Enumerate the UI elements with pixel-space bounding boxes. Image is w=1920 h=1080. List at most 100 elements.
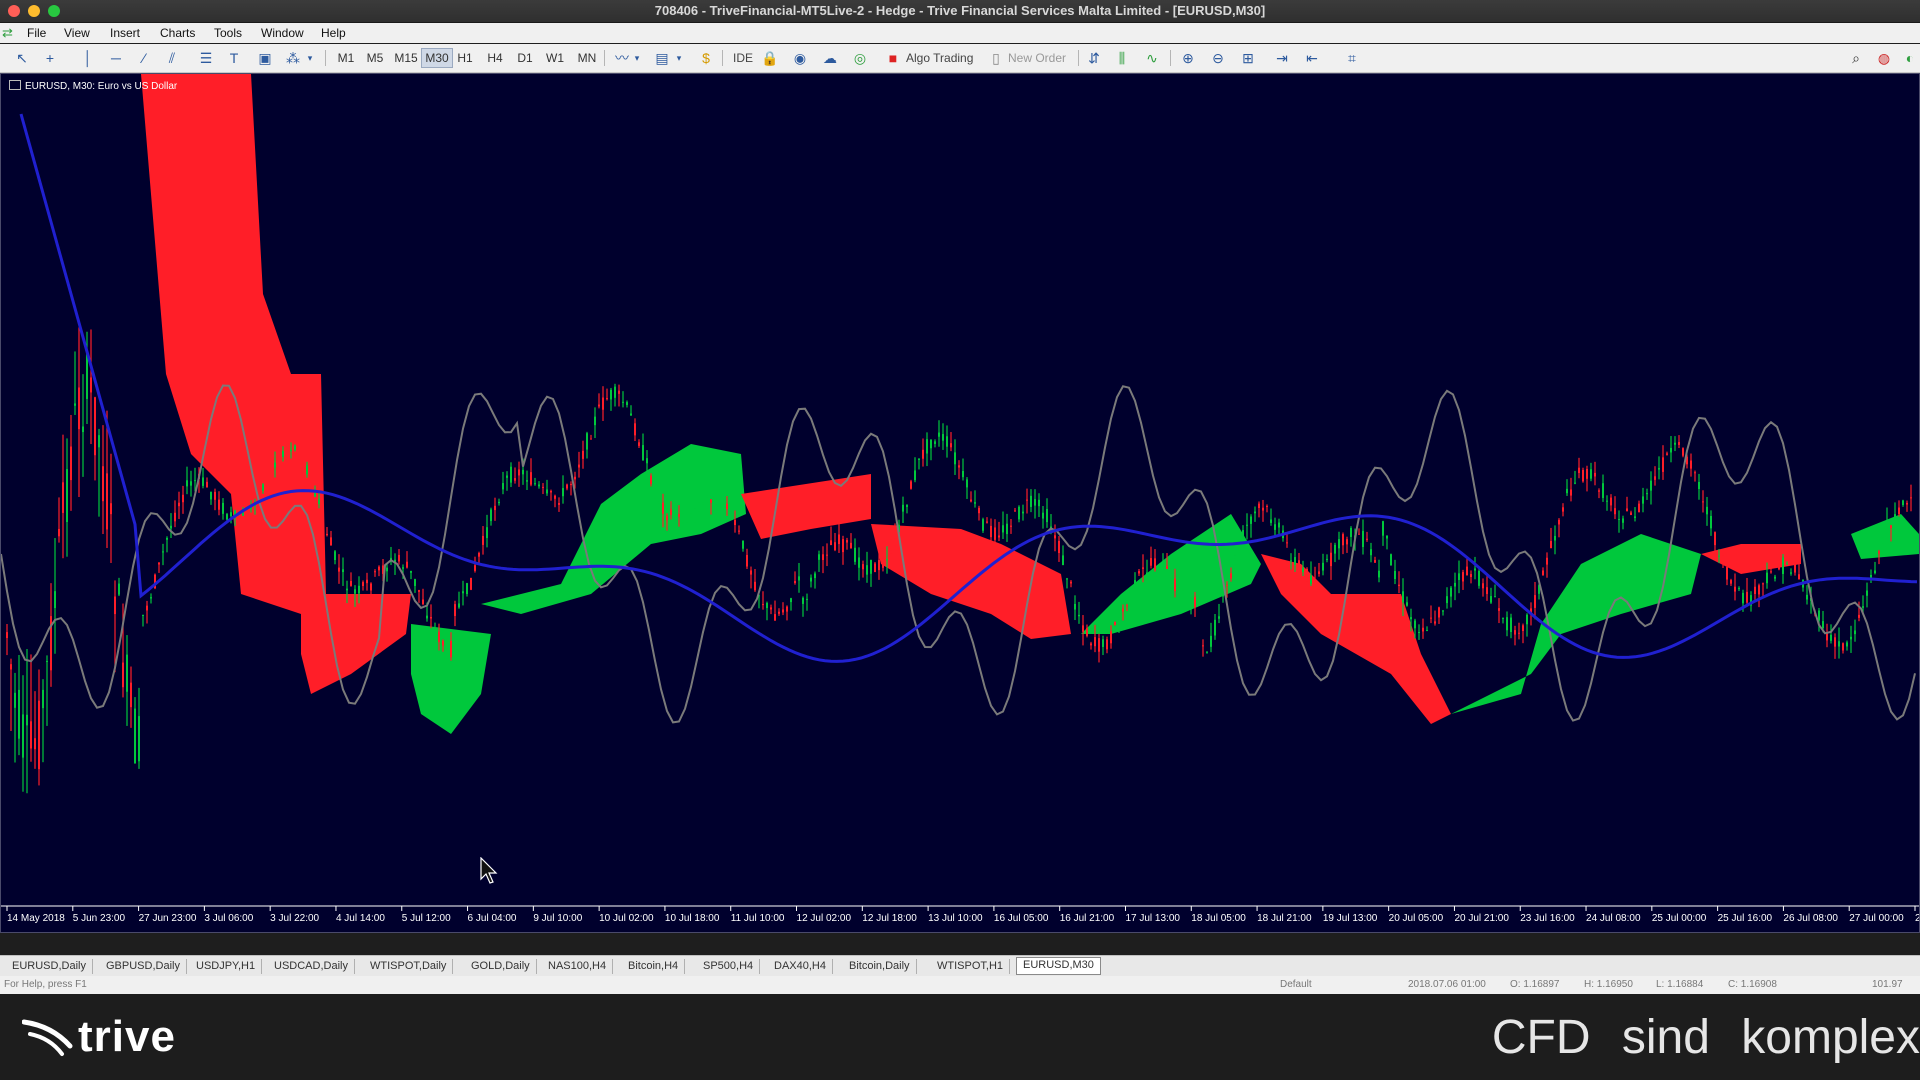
templates-icon[interactable]: ▤ bbox=[652, 49, 672, 67]
menu-view[interactable]: View bbox=[64, 26, 90, 40]
timeframe-h4[interactable]: H4 bbox=[482, 49, 508, 67]
screenshot-icon[interactable]: ⌗ bbox=[1342, 49, 1362, 67]
line-chart-icon[interactable]: ∿ bbox=[1142, 49, 1162, 67]
zoom-out-icon[interactable]: ⊖ bbox=[1208, 49, 1228, 67]
timeframe-m1[interactable]: M1 bbox=[333, 49, 359, 67]
text-tool-icon[interactable]: T bbox=[224, 49, 244, 67]
trendline-icon[interactable]: ⁄ bbox=[134, 49, 154, 67]
chart-tab[interactable]: Bitcoin,Daily bbox=[843, 959, 917, 974]
candle-body bbox=[1674, 442, 1676, 445]
timeframe-d1[interactable]: D1 bbox=[512, 49, 538, 67]
chart-tab[interactable]: NAS100,H4 bbox=[542, 959, 614, 974]
objects-icon[interactable]: ⁂ bbox=[283, 49, 303, 67]
time-axis-label: 24 Jul 08:00 bbox=[1586, 913, 1641, 924]
candle-body bbox=[1182, 590, 1184, 594]
candle-body bbox=[178, 502, 180, 507]
candle-body bbox=[986, 521, 988, 523]
candle-body bbox=[1278, 522, 1280, 528]
channel-icon[interactable]: ⫽ bbox=[162, 49, 182, 67]
candle-body bbox=[1746, 591, 1748, 603]
ide-button[interactable]: IDE bbox=[730, 49, 756, 67]
chart-tab[interactable]: USDJPY,H1 bbox=[190, 959, 263, 974]
algo-trading-icon[interactable]: ■ bbox=[883, 49, 903, 67]
candle-body bbox=[590, 438, 592, 440]
candle-body bbox=[894, 530, 896, 539]
signals-icon[interactable]: ◉ bbox=[790, 49, 810, 67]
chart-tab[interactable]: EURUSD,Daily bbox=[6, 959, 93, 974]
cloud-icon[interactable]: ☁ bbox=[820, 49, 840, 67]
objects-dropdown-icon[interactable]: ▾ bbox=[305, 49, 315, 67]
new-order-icon[interactable]: ▯ bbox=[986, 49, 1006, 67]
algo-trading-button[interactable]: Algo Trading bbox=[906, 49, 986, 67]
bar-chart-icon[interactable]: ⫼ bbox=[1112, 49, 1132, 67]
timeframe-mn[interactable]: MN bbox=[572, 49, 602, 67]
timeframe-m15[interactable]: M15 bbox=[391, 49, 421, 67]
crosshair-tool-icon[interactable]: + bbox=[40, 49, 60, 67]
candle-body bbox=[490, 509, 492, 522]
timeframe-m30[interactable]: M30 bbox=[421, 48, 453, 68]
timeframe-h1[interactable]: H1 bbox=[452, 49, 478, 67]
candle-body bbox=[402, 567, 404, 569]
chart-tab[interactable]: WTISPOT,H1 bbox=[931, 959, 1011, 974]
chart-tab[interactable]: Bitcoin,H4 bbox=[622, 959, 686, 974]
menu-insert[interactable]: Insert bbox=[110, 26, 140, 40]
candle-body bbox=[874, 563, 876, 572]
chart-tab[interactable]: EURUSD,M30 bbox=[1016, 957, 1101, 975]
notifications-icon[interactable]: ◍ bbox=[1874, 49, 1894, 67]
candle-body bbox=[878, 560, 880, 571]
candle-body bbox=[1886, 521, 1888, 527]
autoscroll-icon[interactable]: ⇥ bbox=[1272, 49, 1292, 67]
shapes-icon[interactable]: ▣ bbox=[255, 49, 275, 67]
menu-charts[interactable]: Charts bbox=[160, 26, 195, 40]
grid-icon[interactable]: ⊞ bbox=[1238, 49, 1258, 67]
chart-shift-icon[interactable]: ⇤ bbox=[1302, 49, 1322, 67]
candle-body bbox=[1722, 555, 1724, 565]
menu-help[interactable]: Help bbox=[321, 26, 346, 40]
chart-tab[interactable]: GOLD,Daily bbox=[465, 959, 537, 974]
depth-of-market-icon[interactable]: ⇵ bbox=[1084, 49, 1104, 67]
candle-body bbox=[998, 535, 1000, 538]
vertical-line-icon[interactable]: │ bbox=[78, 49, 98, 67]
candle-body bbox=[1742, 592, 1744, 604]
candle-body bbox=[1078, 614, 1080, 617]
chart-tab[interactable]: USDCAD,Daily bbox=[268, 959, 355, 974]
menu-tools[interactable]: Tools bbox=[214, 26, 242, 40]
zoom-in-icon[interactable]: ⊕ bbox=[1178, 49, 1198, 67]
bear-cloud bbox=[1261, 554, 1451, 724]
candle-body bbox=[1414, 620, 1416, 629]
chart-type-icon[interactable]: 〰 bbox=[612, 49, 632, 67]
candle-body bbox=[506, 475, 508, 478]
menu-window[interactable]: Window bbox=[261, 26, 304, 40]
lock-icon[interactable]: 🔒 bbox=[760, 49, 780, 67]
fibonacci-icon[interactable]: ☰ bbox=[196, 49, 216, 67]
menu-file[interactable]: File bbox=[27, 26, 46, 40]
timeframe-w1[interactable]: W1 bbox=[542, 49, 568, 67]
candle-body bbox=[1230, 573, 1232, 579]
chart-tab[interactable]: GBPUSD,Daily bbox=[100, 959, 187, 974]
horizontal-line-icon[interactable]: ─ bbox=[106, 49, 126, 67]
candle-body bbox=[1434, 621, 1436, 624]
candle-body bbox=[1042, 512, 1044, 519]
chart-tab[interactable]: WTISPOT,Daily bbox=[364, 959, 454, 974]
candle-body bbox=[282, 450, 284, 457]
community-icon[interactable]: ◐ bbox=[1900, 49, 1920, 67]
price-chart[interactable]: 14 May 2018 5 Jun 23:00 27 Jun 23:00 3 Jul … bbox=[0, 73, 1920, 933]
timeframe-m5[interactable]: M5 bbox=[362, 49, 388, 67]
market-icon[interactable]: $ bbox=[696, 49, 716, 67]
templates-dropdown-icon[interactable]: ▾ bbox=[674, 49, 684, 67]
new-order-button[interactable]: New Order bbox=[1008, 49, 1088, 67]
search-icon[interactable]: ⌕ bbox=[1846, 49, 1866, 67]
candle-body bbox=[574, 476, 576, 480]
candle-body bbox=[18, 689, 20, 739]
chart-tab[interactable]: SP500,H4 bbox=[697, 959, 761, 974]
candle-body bbox=[1838, 641, 1840, 647]
chart-tab[interactable]: DAX40,H4 bbox=[768, 959, 833, 974]
cursor-tool-icon[interactable]: ↖ bbox=[12, 49, 32, 67]
bull-cloud bbox=[481, 444, 746, 614]
candle-body bbox=[782, 609, 784, 613]
vps-icon[interactable]: ◎ bbox=[850, 49, 870, 67]
candle-body bbox=[1826, 633, 1828, 641]
candle-body bbox=[214, 491, 216, 500]
chart-type-dropdown-icon[interactable]: ▾ bbox=[632, 49, 642, 67]
status-open: O: 1.16897 bbox=[1510, 979, 1560, 990]
